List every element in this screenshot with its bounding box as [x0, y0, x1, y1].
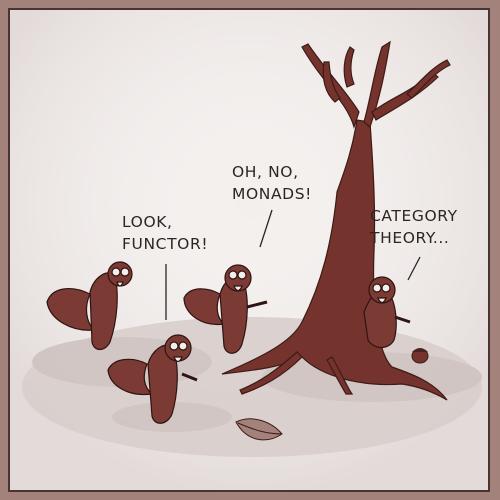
comic-illustration [10, 10, 488, 490]
caption-category-line2: THEORY... [370, 229, 450, 247]
caption-functor-line1: LOOK, [122, 213, 173, 231]
caption-oh-no-monads: OH, NO, MONADS! [232, 161, 312, 205]
caption-look-functor: LOOK, FUNCTOR! [122, 211, 208, 255]
caption-functor-line2: FUNCTOR! [122, 235, 209, 253]
comic-panel: LOOK, FUNCTOR! OH, NO, MONADS! CATEGORY … [8, 8, 490, 492]
comic-frame: LOOK, FUNCTOR! OH, NO, MONADS! CATEGORY … [0, 0, 500, 500]
caption-monads-line1: OH, NO, [232, 163, 299, 181]
acorn [411, 348, 429, 364]
caption-category-theory: CATEGORY THEORY... [370, 205, 458, 249]
caption-monads-line2: MONADS! [232, 185, 312, 203]
caption-category-line1: CATEGORY [370, 207, 458, 225]
